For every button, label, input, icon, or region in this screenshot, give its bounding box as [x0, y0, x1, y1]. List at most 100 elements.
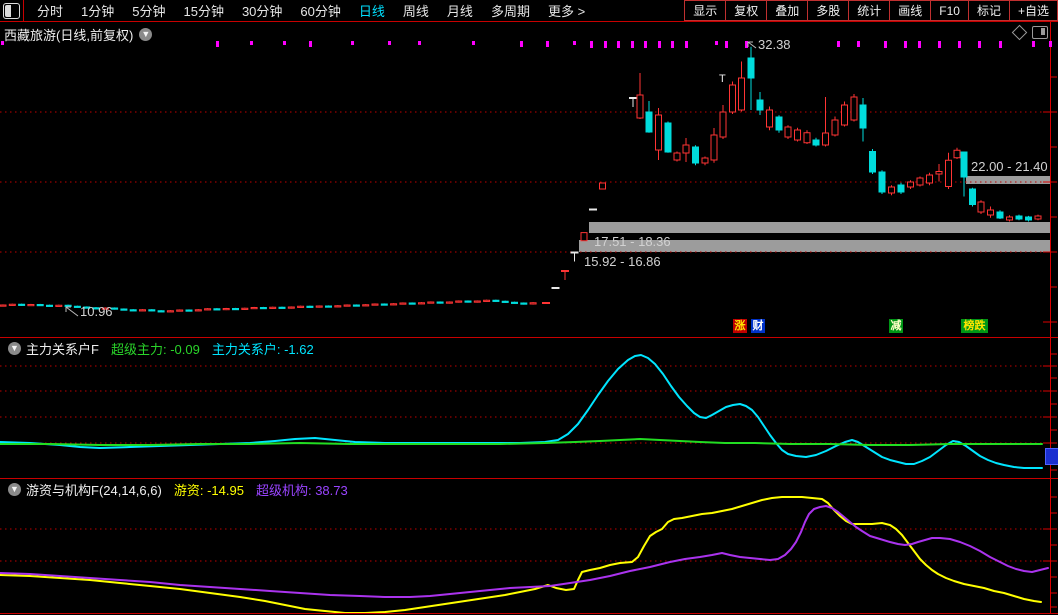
candle-body [167, 311, 173, 312]
candle-body [665, 123, 671, 152]
event-badge-1: 财 [751, 319, 765, 333]
main-chart-pane[interactable]: T 西藏旅游(日线,前复权) ▼ 32.38 10.96 17.51 - 18.… [0, 22, 1058, 337]
candle-body [428, 302, 434, 303]
indicator-name: 游资与机构F(24,14,6,6) [26, 480, 162, 499]
event-dot [999, 41, 1002, 48]
candle-body [149, 310, 155, 311]
event-dot [631, 41, 634, 48]
chart-title: 西藏旅游(日线,前复权) [4, 25, 133, 44]
candle-body [251, 308, 257, 309]
period-tab-1[interactable]: 1分钟 [72, 1, 123, 20]
gap-band [966, 176, 1050, 184]
toolbar-divider [23, 0, 24, 21]
pane3-header: ▼ 游资与机构F(24,14,6,6) 游资: -14.95 超级机构: 38.… [2, 480, 348, 499]
candle-body [233, 309, 239, 310]
candle-body [19, 304, 25, 305]
event-dot [1032, 41, 1035, 47]
candle-body [484, 300, 490, 301]
event-dot [418, 41, 421, 45]
candle-body [870, 152, 876, 173]
candle-body [372, 304, 378, 305]
hot-money-indicator-chart[interactable] [0, 479, 1058, 614]
period-tab-9[interactable]: 多周期 [482, 1, 539, 20]
period-tab-3[interactable]: 15分钟 [174, 1, 232, 20]
candle-body [936, 172, 942, 175]
chevron-down-icon[interactable]: ▼ [8, 483, 21, 496]
candle-body [693, 147, 699, 163]
candle-body [1035, 216, 1041, 219]
pointer-arrow [748, 42, 756, 48]
event-dot [644, 41, 647, 48]
toolbar-button-4[interactable]: 统计 [848, 0, 890, 21]
candle-body [674, 153, 680, 160]
period-tab-4[interactable]: 30分钟 [233, 1, 291, 20]
candle-body [326, 306, 332, 307]
event-dot [918, 41, 921, 48]
toolbar-button-3[interactable]: 多股 [807, 0, 849, 21]
period-tab-8[interactable]: 月线 [438, 1, 482, 20]
indicator-pane-hot-money[interactable]: ▼ 游资与机构F(24,14,6,6) 游资: -14.95 超级机构: 38.… [0, 479, 1058, 614]
candle-body [344, 305, 350, 306]
event-dot [283, 41, 286, 45]
chevron-down-icon[interactable]: ▼ [139, 28, 152, 41]
toolbar-button-0[interactable]: 显示 [684, 0, 726, 21]
toolbar-button-1[interactable]: 复权 [725, 0, 767, 21]
event-dot [309, 41, 312, 47]
candle-body [37, 305, 43, 306]
event-dot [978, 41, 981, 48]
candle-body [637, 95, 643, 118]
candle-body [419, 303, 425, 304]
window-icon[interactable] [3, 3, 20, 19]
period-tab-7[interactable]: 周线 [394, 1, 438, 20]
candle-body [908, 182, 914, 187]
indicator-name: 主力关系户F [26, 339, 99, 358]
indicator-metric: 主力关系户: -1.62 [212, 339, 314, 358]
candle-body [391, 304, 397, 305]
high-price-label: 32.38 [758, 37, 791, 52]
event-dot [904, 41, 907, 48]
candle-body [474, 301, 480, 302]
period-tab-5[interactable]: 60分钟 [291, 1, 349, 20]
toolbar-button-6[interactable]: F10 [930, 0, 969, 21]
candle-body [702, 158, 708, 163]
indicator-pane-main-force[interactable]: ▼ 主力关系户F 超级主力: -0.09 主力关系户: -1.62 [0, 338, 1058, 478]
t-event-marker: T [719, 73, 726, 85]
window-icon-fill [5, 5, 11, 17]
chevron-down-icon[interactable]: ▼ [8, 342, 21, 355]
period-tab-2[interactable]: 5分钟 [123, 1, 174, 20]
split-window-icon[interactable] [1032, 26, 1048, 39]
event-dot [472, 41, 475, 45]
candle-body [279, 307, 285, 308]
period-tabs: 分时1分钟5分钟15分钟30分钟60分钟日线周线月线多周期更多 > [28, 0, 594, 21]
event-dot [1049, 41, 1052, 47]
gap-band-label: 17.51 - 18.36 [594, 234, 671, 249]
candle-body [813, 140, 819, 145]
metric-value: -0.09 [170, 342, 200, 357]
toolbar-button-2[interactable]: 叠加 [766, 0, 808, 21]
period-tab-10[interactable]: 更多 > [539, 1, 594, 20]
candle-body [748, 58, 754, 78]
toolbar-button-7[interactable]: 标记 [968, 0, 1010, 21]
period-tab-0[interactable]: 分时 [28, 1, 72, 20]
candle-body [917, 178, 923, 185]
candle-body [530, 303, 536, 304]
metric-label: 主力关系户: [212, 342, 281, 357]
candle-body [353, 305, 359, 306]
candle-body [889, 187, 895, 193]
main-force-indicator-chart[interactable] [0, 338, 1058, 478]
period-tab-6[interactable]: 日线 [350, 1, 394, 20]
toolbar-button-8[interactable]: +自选 [1009, 0, 1058, 21]
toolbar-button-5[interactable]: 画线 [889, 0, 931, 21]
diamond-icon[interactable] [1012, 25, 1028, 41]
candle-body [1007, 217, 1013, 220]
candle-body [502, 301, 508, 302]
candle-body [711, 135, 717, 160]
candle-body [961, 152, 967, 177]
metric-label: 超级机构: [256, 483, 312, 498]
candlestick-chart[interactable]: T [0, 22, 1058, 337]
pane2-header: ▼ 主力关系户F 超级主力: -0.09 主力关系户: -1.62 [2, 339, 314, 358]
candle-body [879, 172, 885, 192]
candle-body [195, 310, 201, 311]
candle-body [1016, 216, 1022, 219]
event-dot [725, 41, 728, 48]
